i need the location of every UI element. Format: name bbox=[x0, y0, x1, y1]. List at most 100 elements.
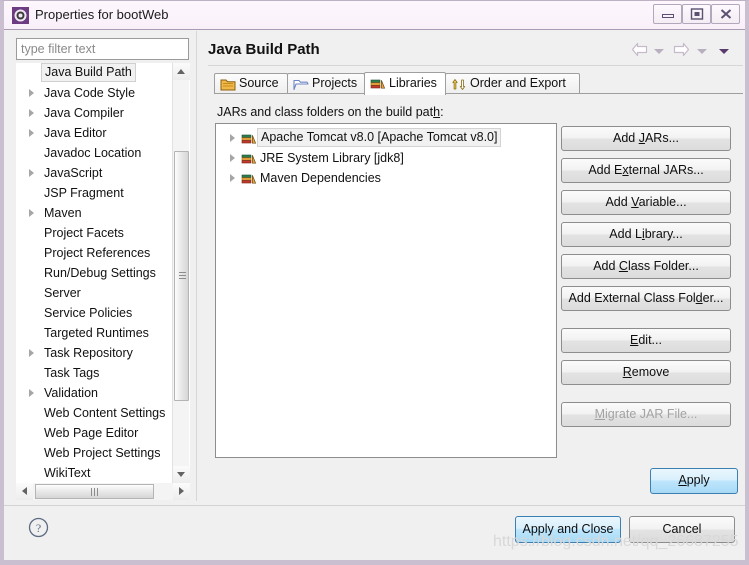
add-external-class-folder-button[interactable]: Add External Class Folder... bbox=[561, 286, 731, 311]
sidebar-item[interactable]: Web Page Editor bbox=[16, 423, 190, 443]
forward-arrow-icon[interactable] bbox=[673, 42, 690, 60]
filter-input[interactable] bbox=[16, 38, 189, 60]
sidebar-item[interactable]: JSP Fragment bbox=[16, 183, 190, 203]
btn-label-post: er... bbox=[703, 291, 724, 305]
panel-divider bbox=[196, 31, 197, 501]
sidebar-item[interactable]: Java Build Path bbox=[16, 63, 190, 83]
btn-label-mnemonic: d bbox=[696, 291, 703, 305]
view-menu-chevron-down-icon[interactable] bbox=[719, 49, 729, 54]
tab-bar: SourceProjects Libraries Order and Export bbox=[214, 72, 743, 94]
libraries-books-icon bbox=[370, 76, 386, 91]
expand-arrow-icon[interactable] bbox=[230, 174, 235, 182]
add-library-button[interactable]: Add Library... bbox=[561, 222, 731, 247]
tree-horizontal-scrollbar[interactable] bbox=[16, 483, 190, 500]
sidebar-item[interactable]: Java Code Style bbox=[16, 83, 190, 103]
add-jars-button[interactable]: Add JARs... bbox=[561, 126, 731, 151]
tab-order-and-export[interactable]: Order and Export bbox=[445, 73, 580, 94]
sidebar-item[interactable]: Run/Debug Settings bbox=[16, 263, 190, 283]
sidebar-item-label: Task Repository bbox=[44, 343, 133, 363]
apply-label-mnemonic: A bbox=[678, 473, 686, 487]
sidebar-item-label: Web Project Settings bbox=[44, 443, 161, 463]
btn-label-post: ternal JARs... bbox=[629, 163, 704, 177]
tab-projects[interactable]: Projects bbox=[287, 73, 365, 94]
expand-arrow-icon[interactable] bbox=[29, 129, 34, 137]
expand-arrow-icon[interactable] bbox=[230, 154, 235, 162]
sidebar-item[interactable]: JavaScript bbox=[16, 163, 190, 183]
edit-button[interactable]: Edit... bbox=[561, 328, 731, 353]
cancel-button[interactable]: Cancel bbox=[629, 516, 735, 543]
grip-icon bbox=[179, 272, 186, 281]
apply-button[interactable]: Apply bbox=[650, 468, 738, 494]
active-tab-mask bbox=[365, 93, 445, 95]
maximize-button[interactable] bbox=[682, 4, 711, 24]
libraries-list[interactable]: Apache Tomcat v8.0 [Apache Tomcat v8.0]J… bbox=[215, 123, 557, 458]
apply-and-close-button[interactable]: Apply and Close bbox=[515, 516, 621, 543]
back-dropdown-chevron-down-icon[interactable] bbox=[654, 49, 664, 54]
tab-label: Libraries bbox=[389, 76, 437, 90]
btn-label-post: ARs... bbox=[645, 131, 679, 145]
scroll-right-arrow-icon[interactable] bbox=[173, 483, 190, 500]
btn-label-pre: Add L bbox=[609, 227, 642, 241]
sidebar-item[interactable]: Project References bbox=[16, 243, 190, 263]
btn-label-post: ariable... bbox=[639, 195, 687, 209]
expand-arrow-icon[interactable] bbox=[230, 134, 235, 142]
tree-scrollbar-thumb[interactable] bbox=[174, 151, 189, 401]
forward-dropdown-chevron-down-icon[interactable] bbox=[697, 49, 707, 54]
add-class-folder-button[interactable]: Add Class Folder... bbox=[561, 254, 731, 279]
sidebar-item[interactable]: Targeted Runtimes bbox=[16, 323, 190, 343]
back-arrow-icon[interactable] bbox=[631, 42, 648, 60]
page-title: Java Build Path bbox=[208, 41, 320, 58]
migrate-jar-file-button: Migrate JAR File... bbox=[561, 402, 731, 427]
tab-source[interactable]: Source bbox=[214, 73, 288, 94]
sidebar-item[interactable]: Web Project Settings bbox=[16, 443, 190, 463]
tree-hscrollbar-thumb[interactable] bbox=[35, 484, 154, 499]
sidebar-item-label: Task Tags bbox=[44, 363, 99, 383]
sidebar-item-label: JavaScript bbox=[44, 163, 102, 183]
tab-libraries[interactable]: Libraries bbox=[364, 72, 446, 95]
add-external-jars-button[interactable]: Add External JARs... bbox=[561, 158, 731, 183]
expand-arrow-icon[interactable] bbox=[29, 209, 34, 217]
scroll-left-arrow-icon[interactable] bbox=[16, 483, 33, 500]
library-icon bbox=[241, 151, 257, 166]
sidebar-item[interactable]: Javadoc Location bbox=[16, 143, 190, 163]
section-label-pre: JARs and class folders on the build pat bbox=[217, 105, 433, 119]
sidebar-item[interactable]: Validation bbox=[16, 383, 190, 403]
remove-button[interactable]: Remove bbox=[561, 360, 731, 385]
sidebar-item[interactable]: Web Content Settings bbox=[16, 403, 190, 423]
sidebar-item[interactable]: Server bbox=[16, 283, 190, 303]
scroll-up-arrow-icon[interactable] bbox=[173, 63, 190, 80]
expand-arrow-icon[interactable] bbox=[29, 109, 34, 117]
btn-label-post: igrate JAR File... bbox=[605, 407, 697, 421]
library-row[interactable]: Apache Tomcat v8.0 [Apache Tomcat v8.0] bbox=[216, 128, 556, 148]
sidebar-item[interactable]: WikiText bbox=[16, 463, 190, 483]
sidebar-item-label: WikiText bbox=[44, 463, 91, 483]
library-row[interactable]: Maven Dependencies bbox=[216, 168, 556, 188]
expand-arrow-icon[interactable] bbox=[29, 89, 34, 97]
sidebar-item[interactable]: Service Policies bbox=[16, 303, 190, 323]
sidebar-item[interactable]: Maven bbox=[16, 203, 190, 223]
sidebar-item[interactable]: Java Compiler bbox=[16, 103, 190, 123]
help-question-icon[interactable]: ? bbox=[28, 517, 49, 538]
close-button[interactable] bbox=[711, 4, 740, 24]
expand-arrow-icon[interactable] bbox=[29, 389, 34, 397]
minimize-button[interactable] bbox=[653, 4, 682, 24]
footer-divider bbox=[4, 505, 745, 506]
tree-vertical-scrollbar[interactable] bbox=[172, 63, 189, 483]
scroll-down-arrow-icon[interactable] bbox=[173, 466, 190, 483]
settings-tree[interactable]: Java Build PathJava Code StyleJava Compi… bbox=[16, 63, 190, 483]
expand-arrow-icon[interactable] bbox=[29, 349, 34, 357]
btn-label-pre: Add bbox=[613, 131, 639, 145]
sidebar-item[interactable]: Task Repository bbox=[16, 343, 190, 363]
sidebar-item-label: Javadoc Location bbox=[44, 143, 141, 163]
sidebar-item[interactable]: Task Tags bbox=[16, 363, 190, 383]
title-divider bbox=[208, 65, 743, 66]
library-row[interactable]: JRE System Library [jdk8] bbox=[216, 148, 556, 168]
sidebar-item[interactable]: Project Facets bbox=[16, 223, 190, 243]
btn-label-post: brary... bbox=[645, 227, 683, 241]
sidebar-item[interactable]: Java Editor bbox=[16, 123, 190, 143]
sidebar-item-label: Service Policies bbox=[44, 303, 132, 323]
expand-arrow-icon[interactable] bbox=[29, 169, 34, 177]
svg-text:?: ? bbox=[36, 521, 41, 535]
library-icon bbox=[241, 131, 257, 146]
add-variable-button[interactable]: Add Variable... bbox=[561, 190, 731, 215]
